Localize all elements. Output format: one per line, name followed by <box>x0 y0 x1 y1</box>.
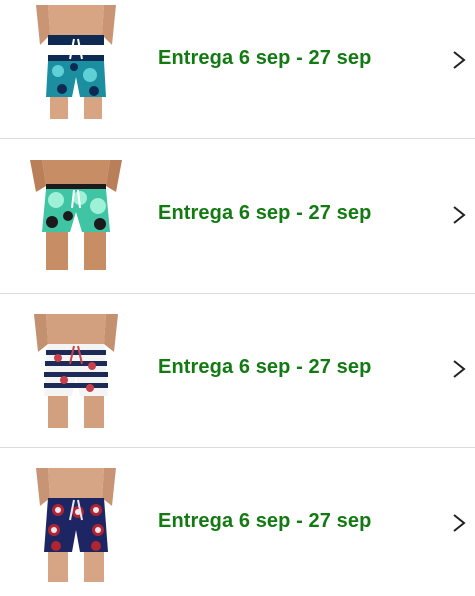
product-image <box>28 160 124 274</box>
product-image <box>28 314 124 428</box>
chevron-right-icon[interactable] <box>452 50 466 70</box>
product-delivery-list: Entrega 6 sep - 27 sep Entrega 6 sep - 2… <box>0 0 475 596</box>
list-item[interactable]: Entrega 6 sep - 27 sep <box>0 294 475 448</box>
chevron-right-icon[interactable] <box>452 205 466 225</box>
list-item[interactable]: Entrega 6 sep - 27 sep <box>0 0 475 139</box>
product-image <box>28 5 124 119</box>
list-item[interactable]: Entrega 6 sep - 27 sep <box>0 448 475 596</box>
delivery-date: Entrega 6 sep - 27 sep <box>158 202 372 224</box>
chevron-right-icon[interactable] <box>452 513 466 533</box>
delivery-date: Entrega 6 sep - 27 sep <box>158 47 372 69</box>
delivery-date: Entrega 6 sep - 27 sep <box>158 356 372 378</box>
delivery-date: Entrega 6 sep - 27 sep <box>158 510 372 532</box>
chevron-right-icon[interactable] <box>452 359 466 379</box>
product-image <box>28 468 124 582</box>
list-item[interactable]: Entrega 6 sep - 27 sep <box>0 140 475 294</box>
